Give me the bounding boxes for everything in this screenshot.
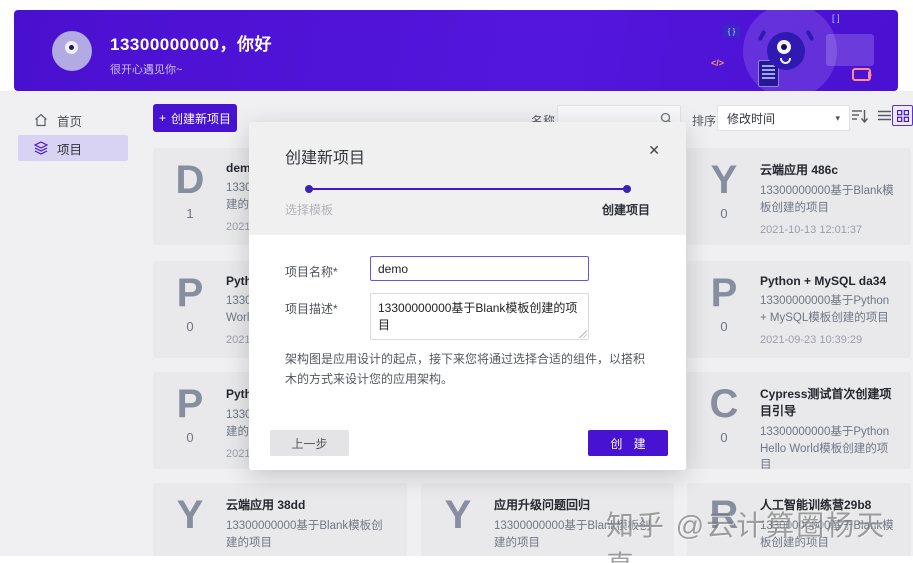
project-title: 人工智能训练营29b8 [760, 498, 872, 512]
project-count: 0 [720, 319, 728, 334]
braces-badge-icon: { } [723, 25, 740, 38]
project-desc-textarea[interactable]: 13300000000基于Blank模板创建的项目 [370, 293, 589, 340]
project-date: 2021-09-23 10:39:29 [760, 334, 863, 347]
project-count: 0 [720, 430, 728, 445]
sidebar-item-home[interactable]: 首页 [18, 107, 128, 133]
robot-mascot-icon [757, 29, 815, 70]
bottom-clip-strip [0, 556, 913, 563]
project-letter-icon: C [709, 382, 739, 426]
project-letter-icon: D [175, 158, 205, 202]
project-card[interactable]: C 0 Cypress测试首次创建项目引导 13300000000基于Pytho… [687, 372, 911, 469]
project-card[interactable]: Y 云端应用 38dd 13300000000基于Blank模板创建的项目 [153, 483, 407, 563]
previous-step-button[interactable]: 上一步 [270, 430, 349, 456]
code-badge-icon: </> [711, 58, 725, 68]
project-title: 云端应用 486c [760, 163, 839, 177]
project-letter-icon: P [710, 271, 738, 315]
window-panel-icon [826, 34, 874, 66]
project-title: 云端应用 38dd [226, 498, 306, 512]
project-date: 2021-10-13 12:01:37 [760, 224, 863, 237]
chevron-down-icon: ▾ [835, 112, 840, 123]
project-description: 13300000000基于Python + MySQL模板创建的项目 [760, 295, 890, 324]
project-letter-icon: Y [444, 493, 472, 537]
project-letter-icon: P [176, 271, 204, 315]
project-card[interactable]: P 0 Python + MySQL da34 13300000000基于Pyt… [687, 261, 911, 358]
close-icon[interactable]: ✕ [648, 142, 660, 159]
modal-helper-text: 架构图是应用设计的起点，接下来您将通过选择合适的组件，以搭积木的方式来设计您的应… [285, 352, 646, 386]
project-count: 0 [186, 430, 194, 445]
project-desc-label: 项目描述* [285, 302, 338, 316]
resize-handle-icon[interactable] [578, 329, 587, 338]
sort-label: 排序 [692, 114, 717, 128]
project-card[interactable]: Y 应用升级问题回归 13300000000基于Blank模板创建的项目 [421, 483, 674, 563]
sort-order-button[interactable] [851, 108, 869, 129]
grid-view-icon [896, 109, 909, 122]
create-project-label: 创建新项目 [171, 111, 232, 126]
sidebar-home-label: 首页 [57, 114, 83, 129]
project-description: 13300000000基于Blank模板创建的项目 [494, 520, 651, 549]
create-project-button[interactable]: + 创建新项目 [153, 104, 237, 132]
list-view-icon [878, 110, 891, 121]
avatar-eye-icon [65, 41, 78, 54]
step-select-template: 选择模板 [285, 203, 334, 217]
project-letter-icon: Y [710, 158, 738, 202]
sidebar-item-projects[interactable]: 项目 [18, 135, 128, 161]
bracket-badge-icon: [ ] [832, 13, 840, 23]
welcome-banner: 13300000000，你好 很开心遇见你~ { } </> [ ] [14, 10, 898, 91]
project-title: Python + MySQL da34 [760, 274, 887, 288]
sort-dropdown[interactable]: 修改时间 ▾ [717, 105, 850, 131]
camera-icon [852, 68, 872, 81]
project-count: 0 [186, 319, 194, 334]
home-icon [35, 113, 47, 127]
stepper-dot-active [623, 185, 631, 193]
modal-title: 创建新项目 [285, 150, 366, 167]
layers-icon [34, 141, 48, 155]
project-count: 1 [186, 206, 194, 221]
project-letter-icon: P [176, 382, 204, 426]
project-description: 13300000000基于Python Hello World模板创建的项目 [760, 426, 890, 469]
project-card[interactable]: Y 0 云端应用 486c 13300000000基于Blank模板创建的项目 … [687, 148, 911, 245]
stepper-line [309, 188, 629, 190]
modal-header: 创建新项目 ✕ 选择模板 创建项目 [249, 122, 686, 235]
project-description: 13300000000基于Blank模板创建的项目 [760, 520, 894, 549]
project-title: Cypress测试首次创建项目引导 [760, 387, 892, 418]
project-description: 13300000000基于Blank模板创建的项目 [226, 520, 383, 549]
sort-descending-icon [852, 110, 869, 124]
project-description: 13300000000基于Blank模板创建的项目 [760, 185, 894, 214]
plus-icon: + [158, 111, 166, 125]
app-window: 13300000000，你好 很开心遇见你~ { } </> [ ] 首页 项目 [0, 0, 913, 563]
project-title: 应用升级问题回归 [494, 498, 591, 512]
step-create-project: 创建项目 [601, 203, 650, 217]
sort-dropdown-value: 修改时间 [727, 111, 776, 126]
user-avatar [52, 31, 92, 71]
greeting-title: 13300000000，你好 [110, 35, 273, 54]
project-count: 0 [720, 206, 728, 221]
project-name-input[interactable] [370, 256, 589, 281]
greeting-subtitle: 很开心遇见你~ [110, 64, 183, 76]
project-letter-icon: R [709, 493, 739, 537]
project-name-label: 项目名称* [285, 265, 338, 279]
sidebar-projects-label: 项目 [57, 142, 83, 157]
project-card[interactable]: R 人工智能训练营29b8 13300000000基于Blank模板创建的项目 [687, 483, 911, 563]
grid-view-button[interactable] [892, 105, 913, 126]
create-button[interactable]: 创 建 [588, 430, 668, 456]
list-view-button[interactable] [877, 108, 892, 127]
stepper-dot-done [305, 185, 313, 193]
create-project-modal: 创建新项目 ✕ 选择模板 创建项目 项目名称* 项目描述* 1330000000… [249, 122, 686, 470]
project-letter-icon: Y [176, 493, 204, 537]
